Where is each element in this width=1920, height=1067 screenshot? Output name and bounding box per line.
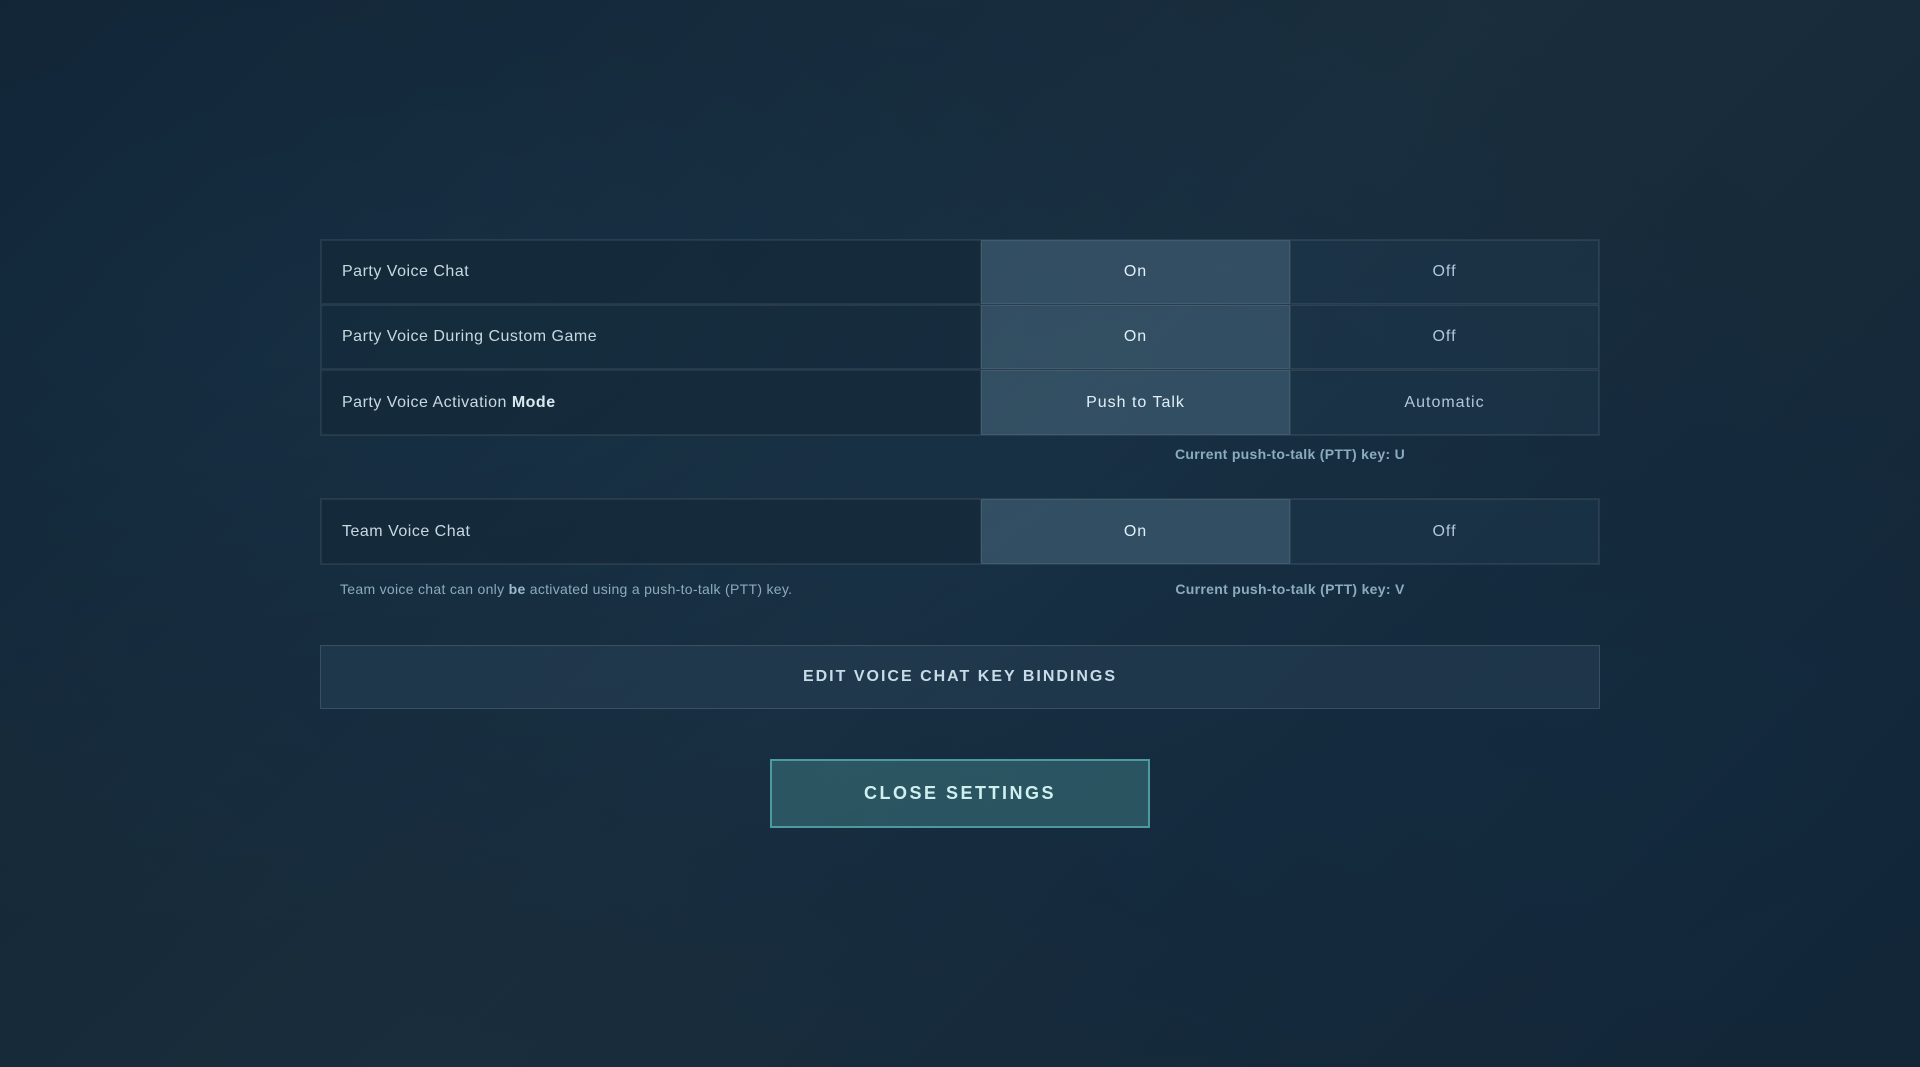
close-settings-wrapper: CLOSE SETTINGS [320,759,1600,828]
section-divider-2 [320,615,1600,645]
party-voice-activation-row: Party Voice Activation Mode Push to Talk… [321,370,1599,435]
close-settings-button[interactable]: CLOSE SETTINGS [770,759,1150,828]
party-voice-chat-label: Party Voice Chat [342,263,469,281]
party-voice-custom-game-label: Party Voice During Custom Game [342,328,597,346]
party-voice-activation-options: Push to Talk Automatic [981,370,1599,435]
team-voice-chat-off-btn[interactable]: Off [1290,499,1599,564]
team-voice-info-text: Team voice chat can only be activated us… [340,581,792,597]
party-voice-chat-label-cell: Party Voice Chat [321,240,981,304]
team-voice-chat-label-cell: Team Voice Chat [321,499,981,564]
party-voice-custom-game-row: Party Voice During Custom Game On Off [321,305,1599,370]
party-voice-block: Party Voice Chat On Off Party Voice Duri… [320,239,1600,436]
team-voice-block: Team Voice Chat On Off [320,498,1600,565]
party-voice-chat-options: On Off [981,240,1599,304]
party-voice-activation-label: Party Voice Activation Mode [342,394,556,412]
party-voice-automatic-btn[interactable]: Automatic [1290,370,1599,435]
team-voice-info-row: Team voice chat can only be activated us… [320,565,1600,615]
party-voice-custom-game-label-cell: Party Voice During Custom Game [321,305,981,369]
party-ptt-info-row: Current push-to-talk (PTT) key: U [320,436,1600,468]
team-voice-info-left: Team voice chat can only be activated us… [320,575,980,605]
party-voice-custom-game-on-btn[interactable]: On [981,305,1290,369]
team-voice-chat-options: On Off [981,499,1599,564]
party-voice-activation-label-cell: Party Voice Activation Mode [321,370,981,435]
section-divider [320,468,1600,498]
party-voice-chat-on-btn[interactable]: On [981,240,1290,304]
party-voice-chat-row: Party Voice Chat On Off [321,240,1599,305]
settings-container: Party Voice Chat On Off Party Voice Duri… [320,239,1600,828]
party-voice-custom-game-off-btn[interactable]: Off [1290,305,1599,369]
edit-bindings-button[interactable]: EDIT VOICE CHAT KEY BINDINGS [320,645,1600,709]
team-voice-chat-on-btn[interactable]: On [981,499,1290,564]
party-voice-chat-off-btn[interactable]: Off [1290,240,1599,304]
party-ptt-info-right: Current push-to-talk (PTT) key: U [980,446,1600,462]
party-voice-custom-game-options: On Off [981,305,1599,369]
team-voice-chat-label: Team Voice Chat [342,523,470,541]
team-voice-chat-row: Team Voice Chat On Off [321,499,1599,564]
team-ptt-key-text: Current push-to-talk (PTT) key: V [1175,581,1404,597]
party-voice-push-to-talk-btn[interactable]: Push to Talk [981,370,1290,435]
team-ptt-info-right: Current push-to-talk (PTT) key: V [980,575,1600,603]
party-ptt-key-text: Current push-to-talk (PTT) key: U [1175,446,1405,462]
